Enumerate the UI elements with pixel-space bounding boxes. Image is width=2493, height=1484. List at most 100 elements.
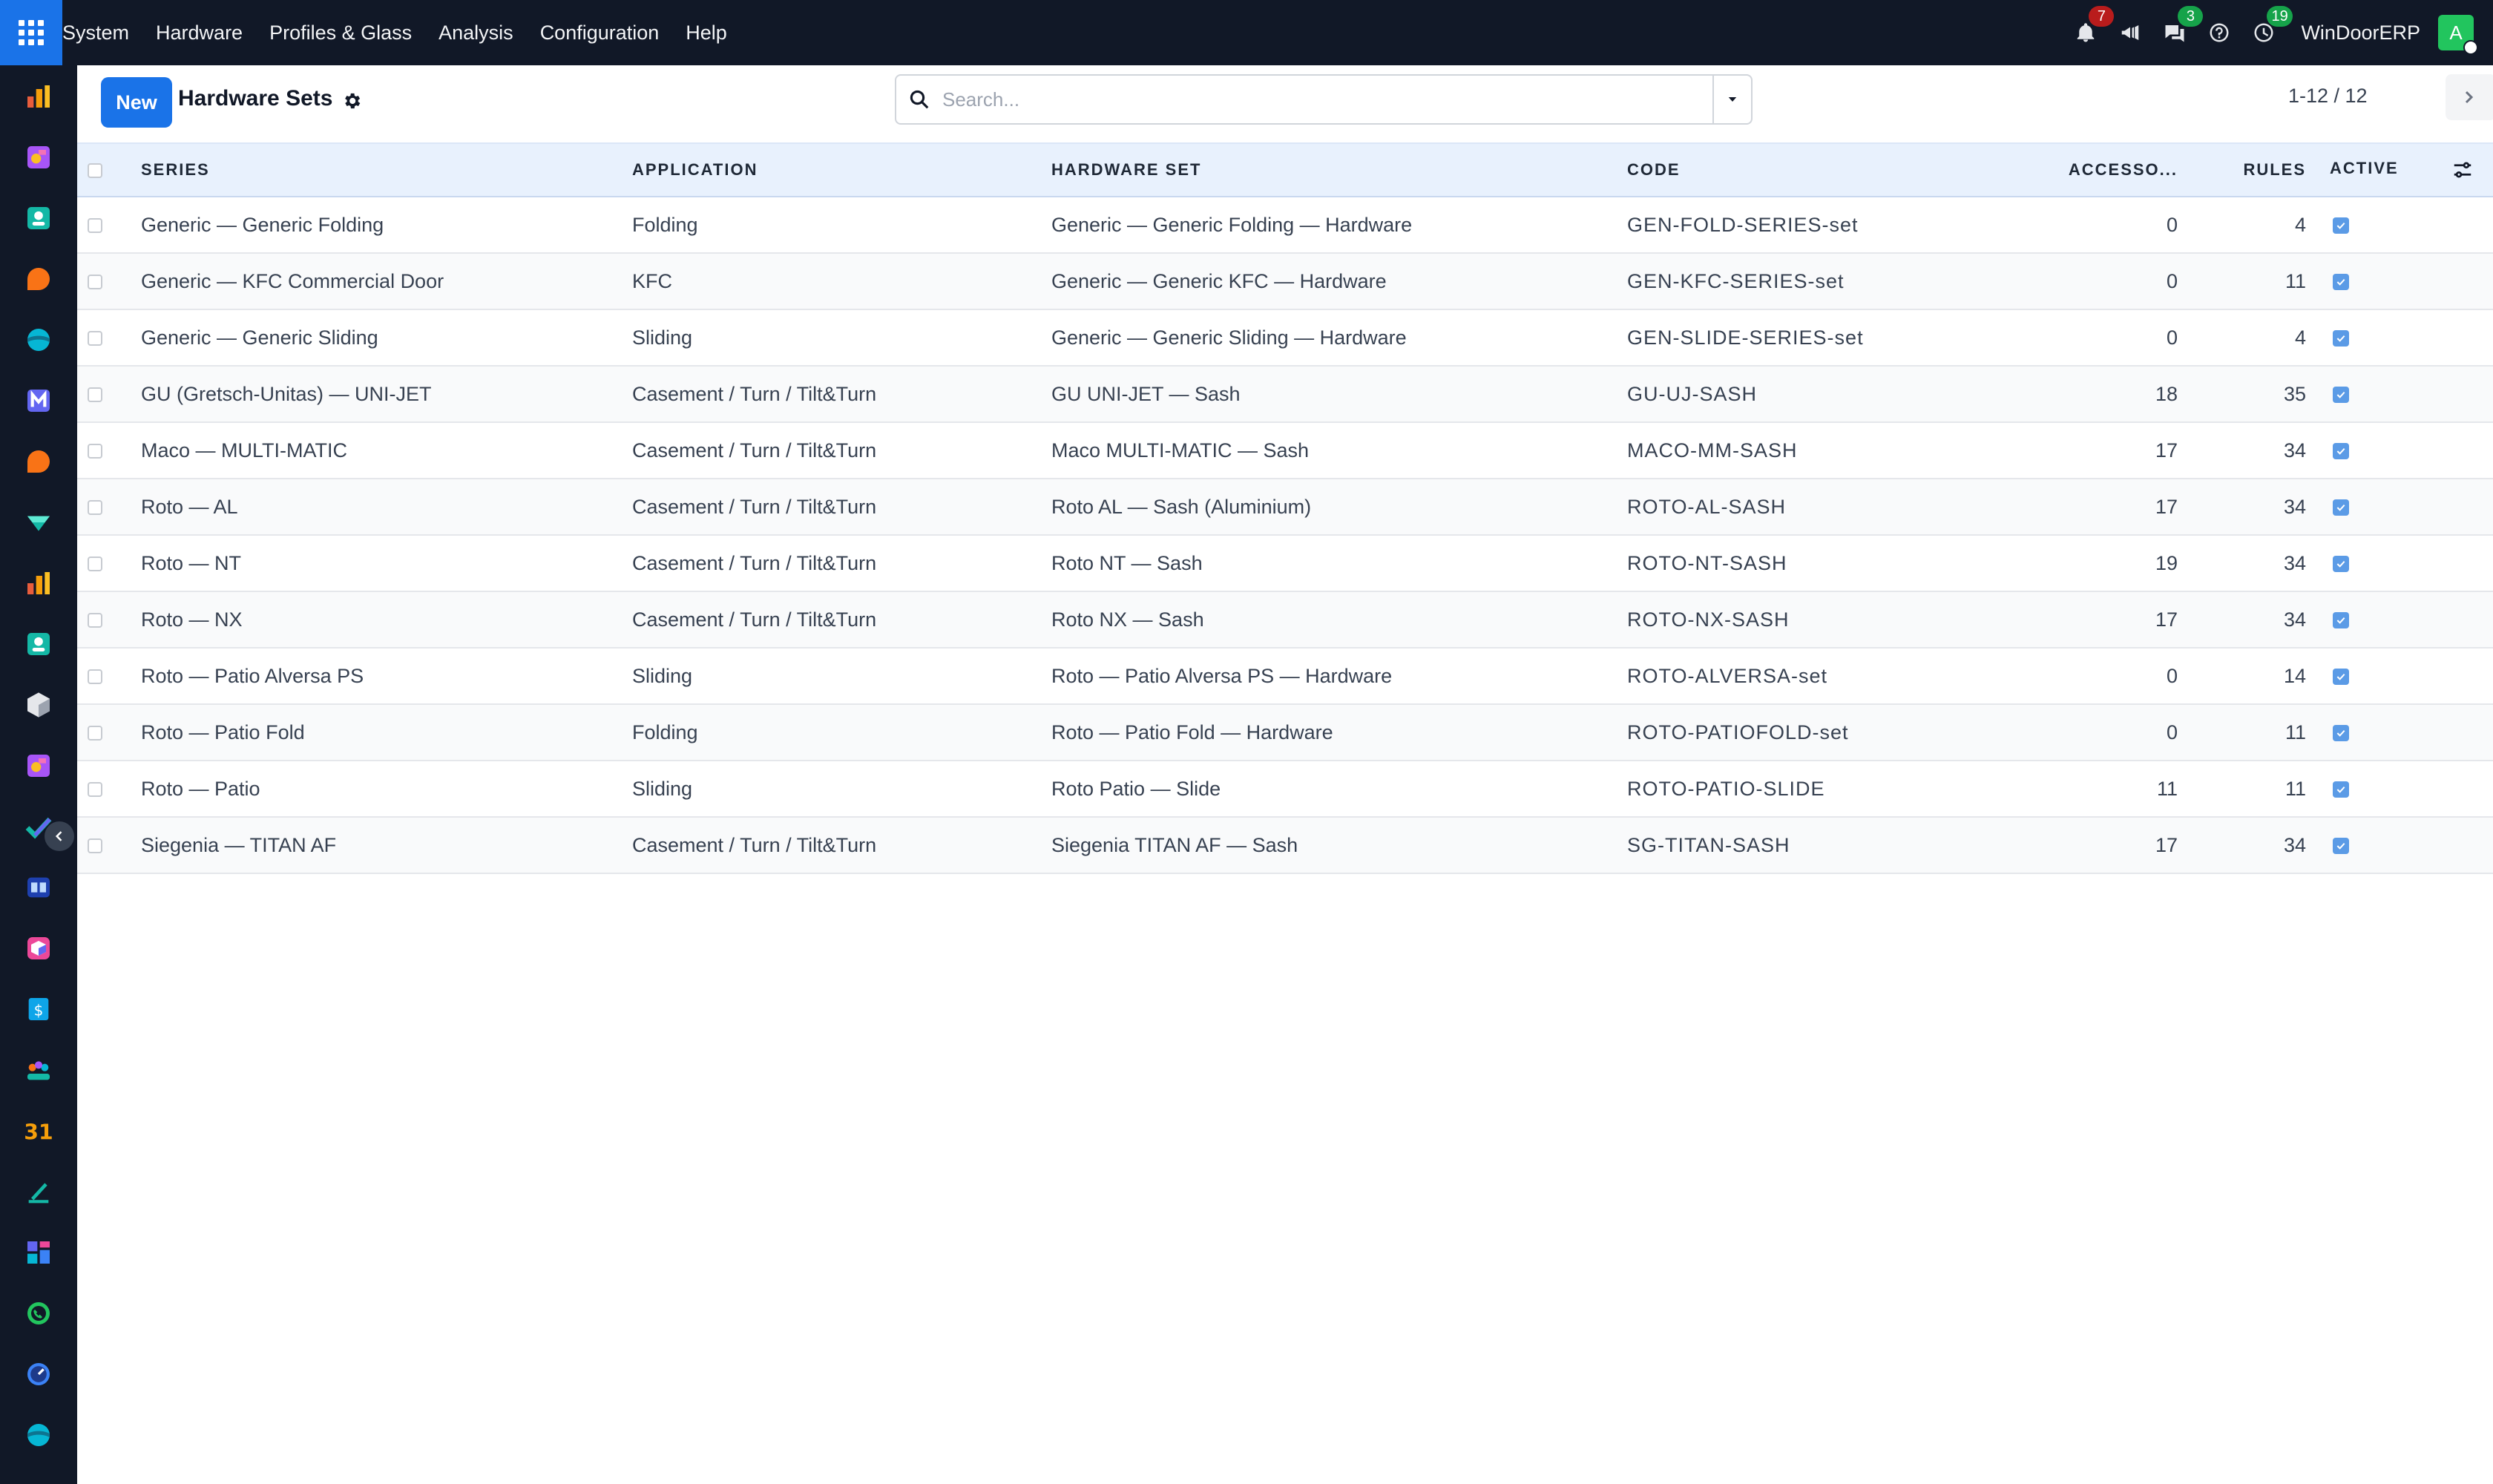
active-checkbox[interactable] [2333,556,2349,573]
cell-code: ROTO-ALVERSA-set [1627,648,2017,705]
column-header-hardware-set[interactable]: HARDWARE SET [1051,142,1627,197]
sidebar-app-knowledge[interactable] [22,871,55,904]
table-row[interactable]: GU (Gretsch-Unitas) — UNI-JET Casement / … [77,366,2493,423]
table-row[interactable]: Maco — MULTI-MATIC Casement / Turn / Tilt… [77,422,2493,479]
pager-next-button[interactable] [2446,74,2492,120]
row-checkbox[interactable] [88,782,102,798]
sidebar-collapse-button[interactable] [45,821,74,851]
row-checkbox[interactable] [88,838,102,854]
sidebar-app-dashboard[interactable] [22,80,55,113]
sidebar-app-discuss-2[interactable] [22,445,55,478]
sidebar-app-timer[interactable] [22,1358,55,1391]
cell-code: ROTO-NT-SASH [1627,535,2017,592]
row-select-cell [77,704,141,761]
sidebar-app-contacts[interactable] [22,202,55,234]
messages-button[interactable]: 3 [2155,0,2204,65]
column-header-accessories[interactable]: ACCESSO... [2017,142,2200,197]
table-row[interactable]: Roto — NT Casement / Turn / Tilt&Turn Roto… [77,535,2493,592]
activities-button[interactable]: 19 [2244,0,2293,65]
table-row[interactable]: Generic — Generic Sliding Sliding Generic … [77,309,2493,367]
sidebar-app-website-2[interactable] [22,1419,55,1451]
row-checkbox[interactable] [88,669,102,685]
column-header-series[interactable]: SERIES [141,142,632,197]
row-checkbox[interactable] [88,275,102,290]
column-header-rules[interactable]: RULES [2200,142,2328,197]
sidebar-app-employees[interactable] [22,628,55,660]
search-input[interactable] [942,77,1712,122]
active-checkbox[interactable] [2333,612,2349,629]
column-header-code[interactable]: CODE [1627,142,2017,197]
select-all-checkbox[interactable] [88,163,102,179]
sidebar-app-mail[interactable] [22,384,55,417]
menu-hardware[interactable]: Hardware [142,0,256,65]
sidebar-app-invoicing[interactable]: $ [22,993,55,1025]
table-row[interactable]: Roto — Patio Alversa PS Sliding Roto — Pat… [77,648,2493,705]
help-button[interactable] [2200,0,2239,65]
table-row[interactable]: Roto — AL Casement / Turn / Tilt&Turn Roto… [77,479,2493,536]
table-row[interactable]: Roto — Patio Fold Folding Roto — Patio Fol… [77,704,2493,761]
table-row[interactable]: Generic — Generic Folding Folding Generic … [77,197,2493,254]
row-checkbox[interactable] [88,500,102,516]
gear-icon[interactable] [341,91,362,111]
sidebar-app-products[interactable] [22,932,55,965]
row-checkbox[interactable] [88,726,102,741]
user-avatar[interactable]: A [2438,15,2478,55]
sidebar-app-calendar[interactable]: 31 [22,1114,55,1147]
sidebar-app-website[interactable] [22,324,55,356]
active-checkbox[interactable] [2333,330,2349,347]
notifications-button[interactable]: 7 [2066,0,2115,65]
sidebar-app-sign-pen[interactable] [22,1175,55,1208]
active-checkbox[interactable] [2333,669,2349,686]
cell-active [2328,479,2493,536]
cell-application: Sliding [632,309,1051,367]
cell-application: Casement / Turn / Tilt&Turn [632,535,1051,592]
optional-columns-icon[interactable] [2451,159,2474,181]
menu-profiles-glass[interactable]: Profiles & Glass [256,0,425,65]
search-options-toggle[interactable] [1712,76,1751,123]
cell-active [2328,197,2493,254]
announcements-button[interactable] [2111,0,2149,65]
column-header-application[interactable]: APPLICATION [632,142,1051,197]
new-button[interactable]: New [101,77,172,128]
cell-series: Roto — NT [141,535,632,592]
table-row[interactable]: Siegenia — TITAN AF Casement / Turn / Til… [77,817,2493,874]
sidebar-app-whatsapp[interactable] [22,1297,55,1330]
sidebar-app-reporting[interactable] [22,567,55,600]
row-checkbox[interactable] [88,556,102,572]
active-checkbox[interactable] [2333,725,2349,742]
menu-analysis[interactable]: Analysis [425,0,527,65]
sidebar-app-discuss[interactable] [22,263,55,295]
table-row[interactable]: Generic — KFC Commercial Door KFC Generic … [77,253,2493,310]
active-checkbox[interactable] [2333,443,2349,460]
active-checkbox[interactable] [2333,274,2349,291]
row-checkbox[interactable] [88,387,102,403]
sidebar-app-hardware[interactable] [22,141,55,174]
sidebar-app-team[interactable] [22,1054,55,1086]
sidebar-app-inventory[interactable] [22,689,55,721]
active-checkbox[interactable] [2333,499,2349,516]
active-checkbox[interactable] [2333,781,2349,798]
pager-value[interactable]: 1-12 / 12 [2288,85,2368,108]
row-checkbox[interactable] [88,218,102,234]
column-header-active[interactable]: ACTIVE [2330,159,2399,177]
timer-app-icon [27,1363,50,1385]
app-menu-button[interactable] [0,0,62,65]
row-checkbox[interactable] [88,613,102,628]
active-checkbox[interactable] [2333,387,2349,404]
menu-help[interactable]: Help [672,0,740,65]
table-row[interactable]: Roto — Patio Sliding Roto Patio — Slide ROT… [77,761,2493,818]
menu-system[interactable]: System [62,0,142,65]
active-checkbox[interactable] [2333,838,2349,855]
active-checkbox[interactable] [2333,217,2349,234]
company-name[interactable]: WinDoorERP [2301,22,2420,45]
table-row[interactable]: Roto — NX Casement / Turn / Tilt&Turn Roto… [77,591,2493,649]
row-checkbox[interactable] [88,444,102,459]
inventory-app-icon [27,692,50,718]
search-icon[interactable] [896,76,942,123]
row-checkbox[interactable] [88,331,102,347]
sidebar-app-configurator[interactable] [22,749,55,782]
menu-configuration[interactable]: Configuration [527,0,673,65]
sidebar-app-dashboards[interactable] [22,1236,55,1269]
sidebar-app-sign[interactable] [22,506,55,539]
cell-accessories: 0 [2017,197,2200,254]
